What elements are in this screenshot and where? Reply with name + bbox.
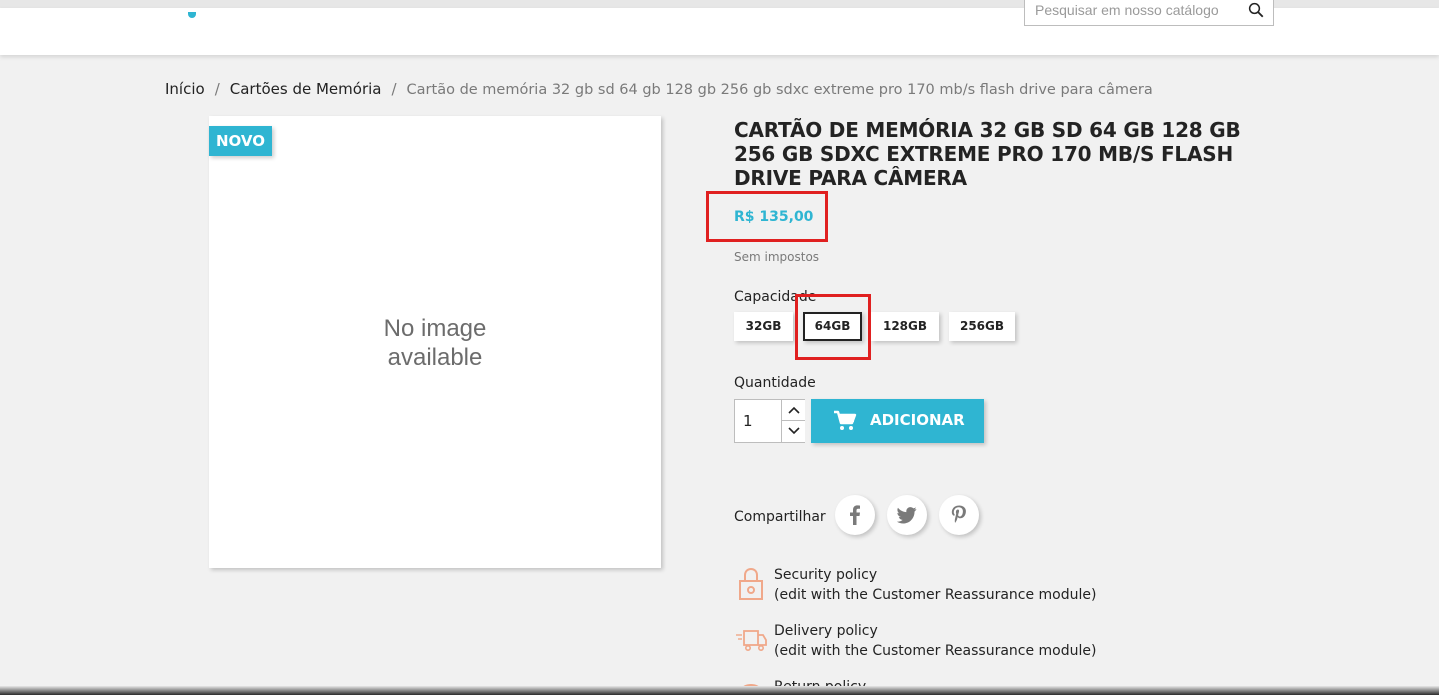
breadcrumb-category[interactable]: Cartões de Memória bbox=[230, 80, 382, 98]
logo[interactable] bbox=[188, 12, 196, 18]
variant-128gb[interactable]: 128GB bbox=[871, 312, 939, 341]
reassurance-subtitle: (edit with the Customer Reassurance modu… bbox=[774, 587, 1097, 603]
no-image-line: No image bbox=[383, 315, 487, 342]
breadcrumb-home[interactable]: Início bbox=[165, 80, 205, 98]
tax-label: Sem impostos bbox=[734, 250, 820, 264]
quantity-increase-button[interactable] bbox=[781, 400, 805, 421]
chevron-down-icon bbox=[788, 427, 800, 435]
add-to-cart-label: Adicionar bbox=[870, 411, 965, 429]
variant-256gb[interactable]: 256GB bbox=[949, 312, 1015, 341]
breadcrumb-current: Cartão de memória 32 gb sd 64 gb 128 gb … bbox=[406, 82, 1153, 98]
no-image-line: available bbox=[387, 344, 483, 371]
reassurance-item-security: Security policy (edit with the Customer … bbox=[734, 565, 1154, 609]
twitter-icon bbox=[897, 507, 917, 524]
quantity-decrease-button[interactable] bbox=[781, 421, 805, 442]
breadcrumb-separator: / bbox=[214, 80, 220, 98]
share-label: Compartilhar bbox=[734, 509, 826, 525]
pinterest-share-button[interactable] bbox=[939, 495, 979, 535]
search-box[interactable]: Pesquisar em nosso catálogo bbox=[1024, 0, 1274, 26]
twitter-share-button[interactable] bbox=[887, 495, 927, 535]
window-bottom-edge bbox=[0, 686, 1439, 695]
chevron-up-icon bbox=[788, 406, 800, 414]
breadcrumb-separator: / bbox=[391, 80, 397, 98]
product-title: Cartão de memória 32 gb sd 64 gb 128 gb … bbox=[734, 118, 1241, 190]
product-image[interactable]: No image available bbox=[209, 116, 661, 568]
quantity-label: Quantidade bbox=[734, 375, 816, 391]
reassurance-subtitle: (edit with the Customer Reassurance modu… bbox=[774, 643, 1097, 659]
pinterest-icon bbox=[951, 505, 966, 523]
cart-icon bbox=[834, 410, 857, 430]
delivery-truck-icon bbox=[736, 630, 767, 651]
quantity-input[interactable]: 1 bbox=[743, 412, 753, 430]
add-to-cart-button[interactable]: Adicionar bbox=[811, 399, 984, 443]
price-highlight-box bbox=[706, 191, 828, 242]
facebook-icon bbox=[850, 505, 860, 525]
quantity-stepper[interactable]: 1 bbox=[734, 399, 805, 443]
search-icon[interactable] bbox=[1247, 1, 1265, 19]
no-image-placeholder: No image available bbox=[209, 314, 661, 372]
reassurance-title: Security policy bbox=[774, 567, 878, 583]
reassurance-title: Delivery policy bbox=[774, 623, 878, 639]
search-input[interactable]: Pesquisar em nosso catálogo bbox=[1035, 2, 1247, 18]
site-header: Pesquisar em nosso catálogo bbox=[0, 0, 1439, 55]
variant-highlight-box bbox=[795, 294, 871, 360]
lock-icon bbox=[739, 567, 763, 600]
variant-32gb[interactable]: 32GB bbox=[734, 312, 793, 341]
new-badge: NOVO bbox=[209, 126, 272, 156]
facebook-share-button[interactable] bbox=[835, 495, 875, 535]
reassurance-item-delivery: Delivery policy (edit with the Customer … bbox=[734, 621, 1154, 665]
breadcrumb: Início / Cartões de Memória / Cartão de memó… bbox=[165, 80, 1153, 98]
